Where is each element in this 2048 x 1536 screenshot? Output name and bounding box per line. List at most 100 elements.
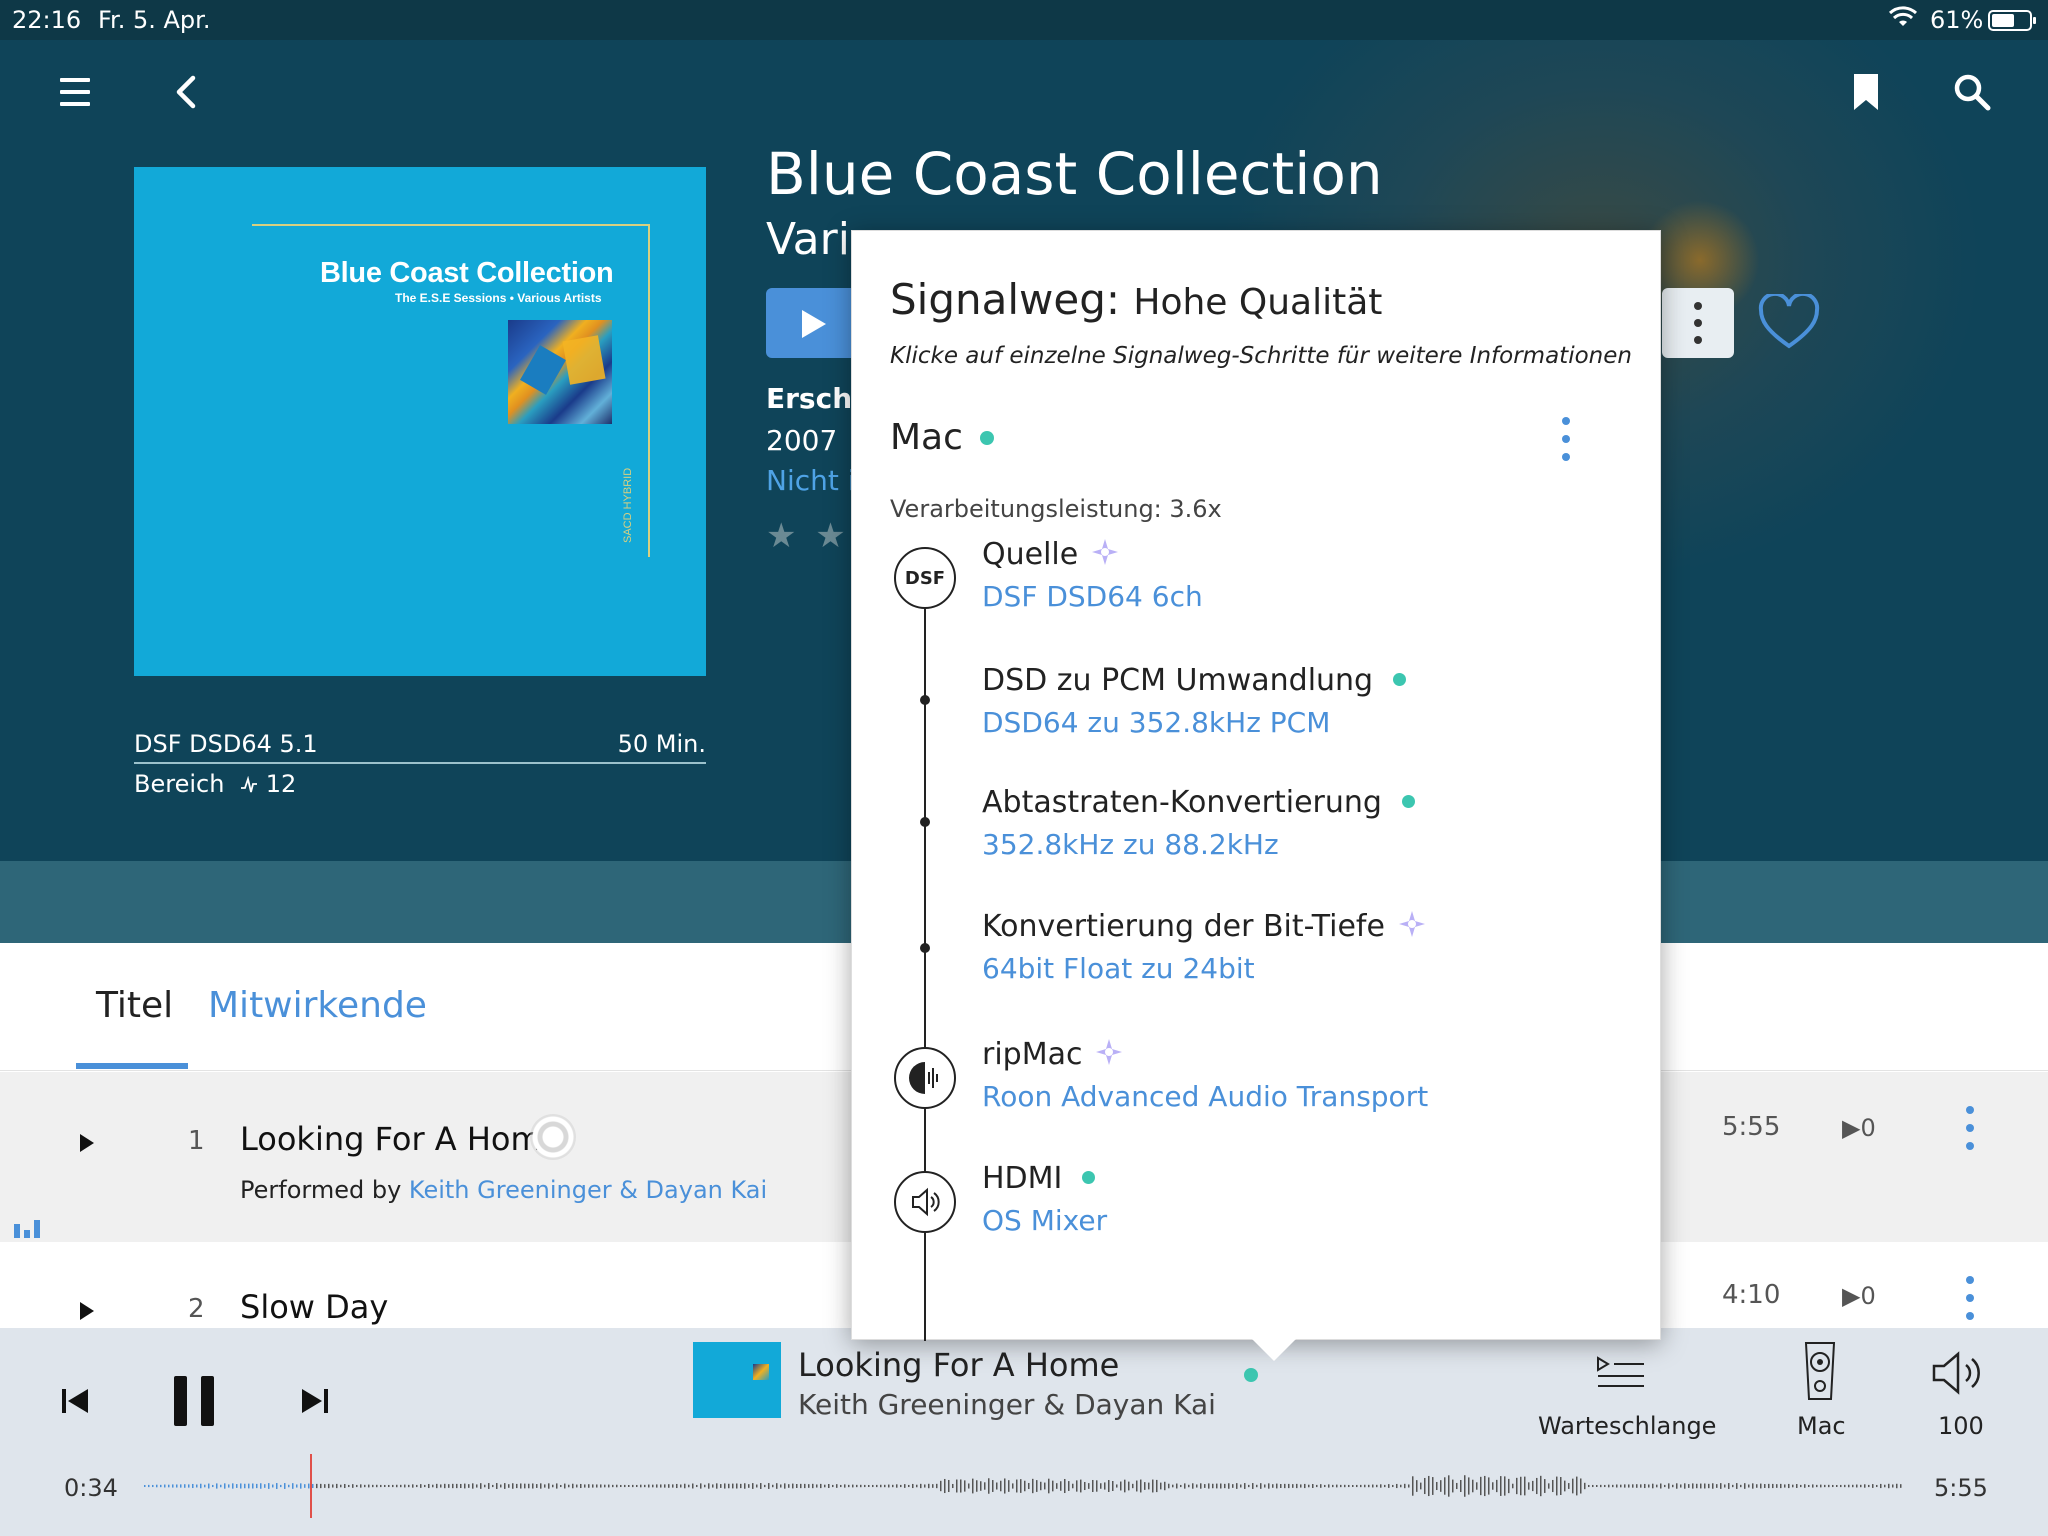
waveform-bar <box>1264 1484 1266 1488</box>
waveform-bar <box>1560 1477 1562 1495</box>
waveform-bar <box>1804 1484 1806 1488</box>
waveform-bar <box>984 1482 986 1490</box>
zone-speaker-icon[interactable] <box>1800 1340 1840 1402</box>
enhanced-quality-icon <box>1096 1038 1123 1065</box>
step-value[interactable]: DSD64 zu 352.8kHz PCM <box>982 706 1406 739</box>
waveform-bar <box>672 1484 674 1488</box>
waveform-bar <box>1700 1483 1702 1489</box>
tab-titel[interactable]: Titel <box>96 985 173 1026</box>
queue-icon[interactable] <box>1594 1352 1648 1392</box>
waveform-bar <box>736 1483 738 1489</box>
now-playing-title[interactable]: Looking For A Home <box>798 1346 1119 1384</box>
track-more-icon[interactable] <box>1966 1106 1974 1150</box>
album-more-button[interactable] <box>1662 288 1734 358</box>
waveform-bar <box>1592 1484 1594 1488</box>
waveform-bar <box>1784 1484 1786 1488</box>
waveform-bar <box>1668 1483 1670 1489</box>
waveform-bar <box>1012 1483 1014 1489</box>
playhead[interactable] <box>310 1454 312 1518</box>
waveform-bar <box>416 1484 418 1488</box>
album-cover[interactable]: Blue Coast Collection The E.S.E Sessions… <box>134 167 706 676</box>
waveform-bar <box>812 1483 814 1489</box>
track-title[interactable]: Slow Day <box>240 1288 388 1326</box>
waveform-bar <box>496 1483 498 1489</box>
waveform-bar <box>836 1484 838 1488</box>
pause-icon[interactable] <box>174 1376 216 1426</box>
performers-link[interactable]: Keith Greeninger & Dayan Kai <box>409 1176 767 1204</box>
waveform-bar <box>292 1483 294 1489</box>
previous-track-icon[interactable] <box>60 1386 90 1416</box>
album-artist[interactable]: Vari <box>766 214 850 265</box>
waveform-bar <box>1192 1483 1194 1489</box>
volume-icon[interactable] <box>1930 1348 1986 1398</box>
waveform-bar <box>1792 1484 1794 1488</box>
signal-step-transport[interactable]: ripMac Roon Advanced Audio Transport <box>982 1037 1428 1113</box>
waveform-bar <box>1440 1480 1442 1492</box>
album-format-row: DSF DSD64 5.1 50 Min. <box>134 728 706 764</box>
step-value[interactable]: 352.8kHz zu 88.2kHz <box>982 828 1415 861</box>
step-name: HDMI <box>982 1161 1063 1196</box>
track-play-icon[interactable] <box>80 1302 94 1320</box>
signal-step-resample[interactable]: Abtastraten-Konvertierung 352.8kHz zu 88… <box>982 785 1415 861</box>
volume-label[interactable]: 100 <box>1938 1412 1984 1440</box>
waveform-bar <box>1304 1483 1306 1489</box>
waveform-bar <box>1676 1483 1678 1489</box>
hamburger-menu-icon[interactable] <box>54 70 98 114</box>
waveform-bar <box>1016 1479 1018 1493</box>
library-status-link[interactable]: Nicht i <box>766 464 856 497</box>
queue-label[interactable]: Warteschlange <box>1538 1412 1716 1440</box>
signal-path-dot-icon[interactable] <box>1244 1368 1258 1382</box>
signal-step-source[interactable]: Quelle DSF DSD64 6ch <box>982 537 1203 613</box>
step-value[interactable]: DSF DSD64 6ch <box>982 580 1203 613</box>
favorite-heart-icon[interactable] <box>1758 291 1820 350</box>
waveform-bar <box>1372 1484 1374 1488</box>
waveform-bar <box>560 1484 562 1488</box>
waveform-bar <box>1688 1484 1690 1488</box>
waveform-bar <box>808 1484 810 1488</box>
waveform-bar <box>1652 1483 1654 1489</box>
waveform-bar <box>1276 1483 1278 1489</box>
zone-more-icon[interactable] <box>1562 417 1570 461</box>
waveform-bar <box>376 1484 378 1488</box>
now-playing-cover[interactable] <box>693 1342 781 1418</box>
signal-step-output[interactable]: HDMI OS Mixer <box>982 1161 1107 1237</box>
released-year: 2007 <box>766 424 838 457</box>
waveform-bar <box>880 1484 882 1488</box>
step-value[interactable]: Roon Advanced Audio Transport <box>982 1080 1428 1113</box>
cover-subtitle: The E.S.E Sessions • Various Artists <box>395 291 602 305</box>
next-track-icon[interactable] <box>300 1386 330 1416</box>
waveform-bar <box>1052 1480 1054 1492</box>
track-play-icon[interactable] <box>80 1134 94 1152</box>
waveform-bar <box>712 1484 714 1488</box>
waveform-bar <box>1896 1483 1898 1489</box>
rating-stars[interactable]: ★ ★ <box>766 516 850 556</box>
waveform-bar <box>1812 1484 1814 1488</box>
waveform-bar <box>500 1484 502 1488</box>
range-value: 12 <box>265 770 297 798</box>
signal-step-bitdepth[interactable]: Konvertierung der Bit-Tiefe 64bit Float … <box>982 909 1427 985</box>
step-value[interactable]: OS Mixer <box>982 1204 1107 1237</box>
waveform-seekbar[interactable] <box>144 1456 1904 1516</box>
track-title[interactable]: Looking For A Home <box>240 1120 561 1158</box>
zone-label[interactable]: Mac <box>1797 1412 1846 1440</box>
now-playing-artist[interactable]: Keith Greeninger & Dayan Kai <box>798 1388 1216 1421</box>
signal-step-dsd-pcm[interactable]: DSD zu PCM Umwandlung DSD64 zu 352.8kHz … <box>982 663 1407 739</box>
back-chevron-icon[interactable] <box>165 70 209 114</box>
waveform-bar <box>220 1484 222 1488</box>
waveform-bar <box>1824 1484 1826 1488</box>
waveform-bar <box>1572 1478 1574 1494</box>
waveform-bar <box>284 1483 286 1489</box>
bookmark-icon[interactable] <box>1846 70 1886 114</box>
track-more-icon[interactable] <box>1966 1276 1974 1320</box>
waveform-bar <box>480 1483 482 1489</box>
waveform-bar <box>424 1484 426 1488</box>
status-date: Fr. 5. Apr. <box>98 6 211 34</box>
waveform-bar <box>196 1484 198 1488</box>
step-value[interactable]: 64bit Float zu 24bit <box>982 952 1427 985</box>
search-icon[interactable] <box>1950 70 1994 114</box>
waveform-bar <box>1588 1484 1590 1488</box>
waveform-bar <box>1600 1484 1602 1488</box>
waveform-bar <box>532 1483 534 1489</box>
tab-mitwirkende[interactable]: Mitwirkende <box>208 985 427 1026</box>
waveform-bar <box>948 1479 950 1493</box>
